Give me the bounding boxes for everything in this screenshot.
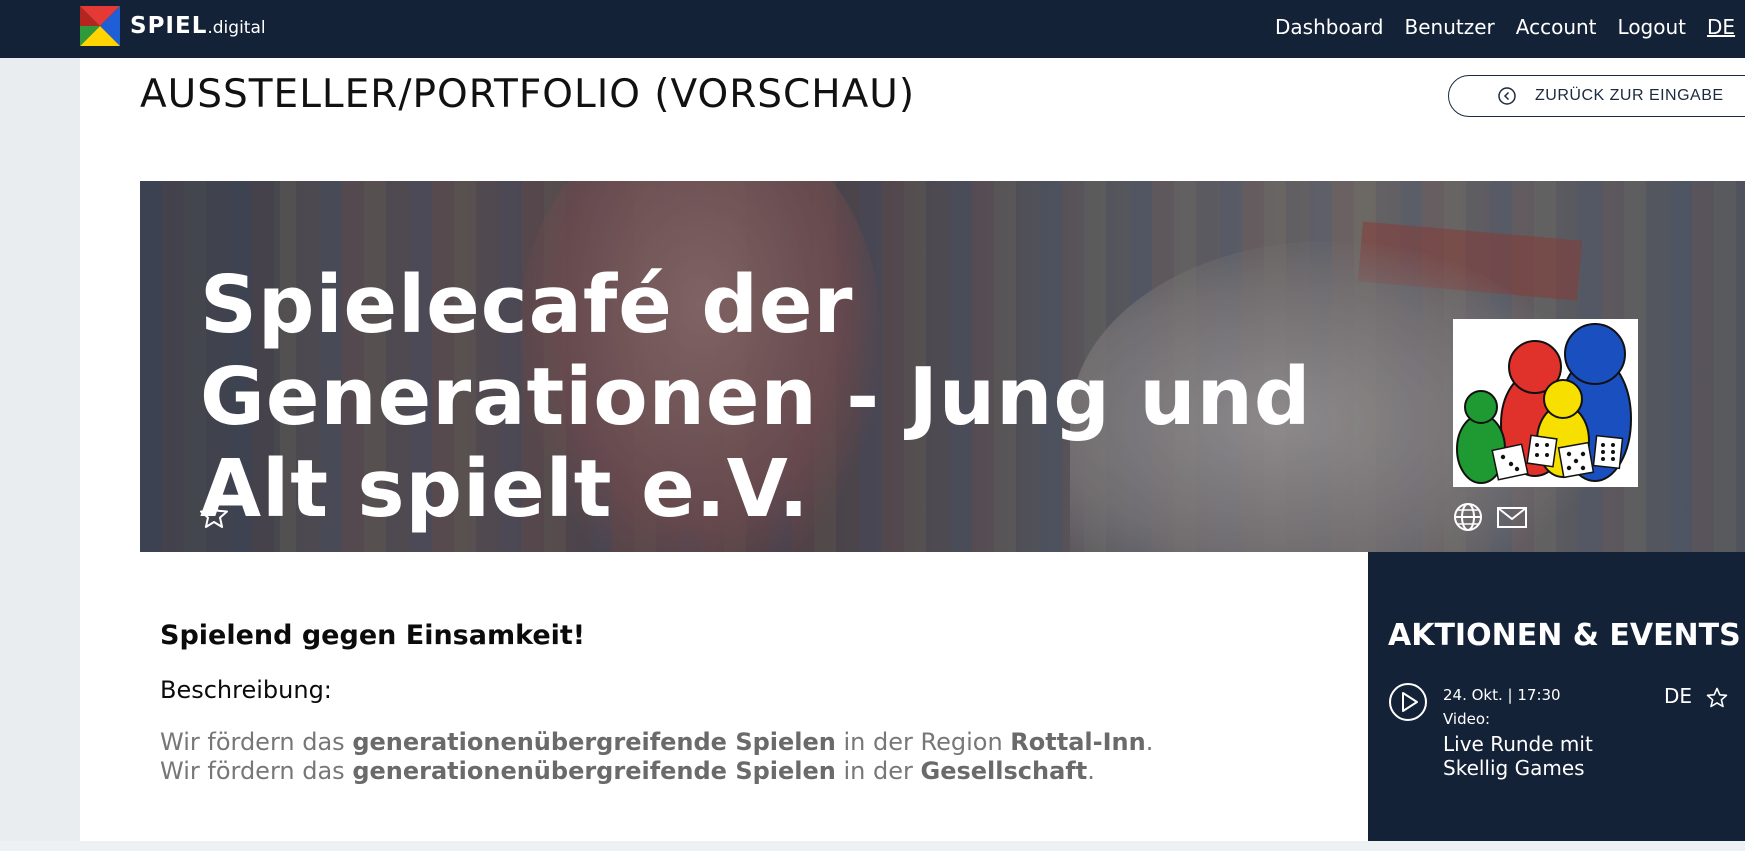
slogan: Spielend gegen Einsamkeit! bbox=[160, 620, 586, 651]
contact-links bbox=[1452, 501, 1540, 533]
play-icon[interactable] bbox=[1388, 682, 1428, 722]
nav-dashboard[interactable]: Dashboard bbox=[1275, 15, 1384, 39]
logo[interactable]: SPIEL.digital bbox=[80, 6, 266, 46]
page-title: AUSSTELLER/PORTFOLIO (VORSCHAU) bbox=[140, 72, 916, 117]
exhibitor-logo bbox=[1453, 319, 1638, 487]
nav-benutzer[interactable]: Benutzer bbox=[1405, 15, 1495, 39]
exhibitor-name: Spielecafé der Generationen - Jung und A… bbox=[200, 259, 1312, 535]
description-line: Wir fördern das generationenübergreifend… bbox=[160, 728, 1154, 756]
chevron-left-circle-icon bbox=[1498, 87, 1516, 105]
hero-banner: Spielecafé der Generationen - Jung und A… bbox=[140, 181, 1745, 552]
back-button-label: ZURÜCK ZUR EINGABE bbox=[1535, 87, 1724, 104]
event-item[interactable]: 24. Okt. | 17:30 Video: Live Runde mit S… bbox=[1388, 678, 1738, 780]
logo-text: SPIEL.digital bbox=[130, 13, 266, 39]
description-line: Wir fördern das generationenübergreifend… bbox=[160, 757, 1095, 785]
globe-icon[interactable] bbox=[1452, 501, 1484, 533]
main-nav: Dashboard Benutzer Account Logout DE bbox=[1275, 15, 1735, 39]
events-panel: AKTIONEN & EVENTS 24. Okt. | 17:30 Video… bbox=[1368, 552, 1745, 841]
nav-logout[interactable]: Logout bbox=[1618, 15, 1686, 39]
star-icon[interactable] bbox=[1706, 687, 1728, 709]
language-switch[interactable]: DE bbox=[1707, 15, 1735, 39]
event-type: Video: bbox=[1443, 710, 1491, 728]
event-date: 24. Okt. | 17:30 bbox=[1443, 686, 1561, 704]
description-section: Spielend gegen Einsamkeit! Beschreibung:… bbox=[140, 552, 1368, 841]
description-text: Wir fördern das generationenübergreifend… bbox=[160, 728, 1153, 786]
top-navigation-bar: SPIEL.digital Dashboard Benutzer Account… bbox=[0, 0, 1745, 58]
description-label: Beschreibung: bbox=[160, 676, 332, 704]
event-language: DE bbox=[1664, 684, 1693, 708]
star-icon[interactable] bbox=[199, 500, 229, 530]
mail-icon[interactable] bbox=[1496, 501, 1528, 533]
back-to-input-button[interactable]: ZURÜCK ZUR EINGABE bbox=[1448, 75, 1745, 117]
events-heading: AKTIONEN & EVENTS bbox=[1388, 618, 1741, 653]
spiel-logo-icon bbox=[80, 6, 120, 46]
event-title[interactable]: Live Runde mit Skellig Games bbox=[1443, 732, 1643, 780]
nav-account[interactable]: Account bbox=[1516, 15, 1597, 39]
